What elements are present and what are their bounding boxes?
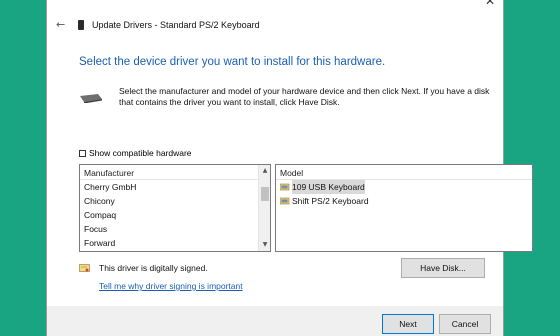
update-drivers-dialog: ✕ ← Update Drivers - Standard PS/2 Keybo…: [46, 0, 533, 336]
show-compatible-checkbox[interactable]: Show compatible hardware: [79, 148, 192, 158]
signed-driver-icon: [280, 183, 290, 191]
dialog-footer: [47, 306, 503, 336]
list-item[interactable]: Compaq: [80, 208, 270, 222]
scrollbar-thumb[interactable]: [261, 187, 269, 201]
window-title: Update Drivers - Standard PS/2 Keyboard: [92, 20, 260, 30]
device-icon: [78, 20, 84, 30]
checkbox-box[interactable]: [79, 149, 86, 157]
back-arrow-icon[interactable]: ←: [56, 18, 65, 31]
vertical-scrollbar[interactable]: ▲ ▼: [258, 165, 270, 251]
signed-driver-icon: [280, 197, 290, 205]
list-item[interactable]: Focus: [80, 222, 270, 236]
model-item-label: 109 USB Keyboard: [292, 180, 365, 194]
scroll-up-arrow-icon[interactable]: ▲: [259, 166, 271, 176]
driver-signing-link[interactable]: Tell me why driver signing is important: [99, 281, 243, 291]
title-bar: ✕ ← Update Drivers - Standard PS/2 Keybo…: [47, 0, 503, 50]
instructions-text: Select the manufacturer and model of you…: [119, 86, 490, 107]
page-heading: Select the device driver you want to ins…: [79, 56, 386, 68]
model-list[interactable]: Model 109 USB Keyboard Shift PS/2 Keyboa…: [275, 164, 533, 252]
have-disk-button[interactable]: Have Disk...: [401, 258, 485, 278]
manufacturer-list[interactable]: Manufacturer Cherry GmbH Chicony Compaq …: [79, 164, 271, 252]
show-compatible-label: Show compatible hardware: [89, 148, 192, 158]
model-header: Model: [276, 165, 532, 180]
list-item[interactable]: Forward: [80, 236, 270, 250]
list-item[interactable]: 109 USB Keyboard: [276, 180, 532, 194]
cancel-button[interactable]: Cancel: [439, 314, 491, 334]
close-button[interactable]: ✕: [481, 0, 499, 8]
list-item[interactable]: Chicony: [80, 194, 270, 208]
keyboard-icon: [80, 94, 102, 103]
signature-status: This driver is digitally signed.: [99, 263, 208, 273]
next-button[interactable]: Next: [382, 314, 434, 334]
certificate-icon: [79, 264, 90, 272]
model-item-label: Shift PS/2 Keyboard: [292, 196, 369, 206]
scroll-down-arrow-icon[interactable]: ▼: [259, 240, 271, 250]
manufacturer-header: Manufacturer: [80, 165, 270, 180]
list-item[interactable]: Shift PS/2 Keyboard: [276, 194, 532, 208]
list-item[interactable]: Cherry GmbH: [80, 180, 270, 194]
